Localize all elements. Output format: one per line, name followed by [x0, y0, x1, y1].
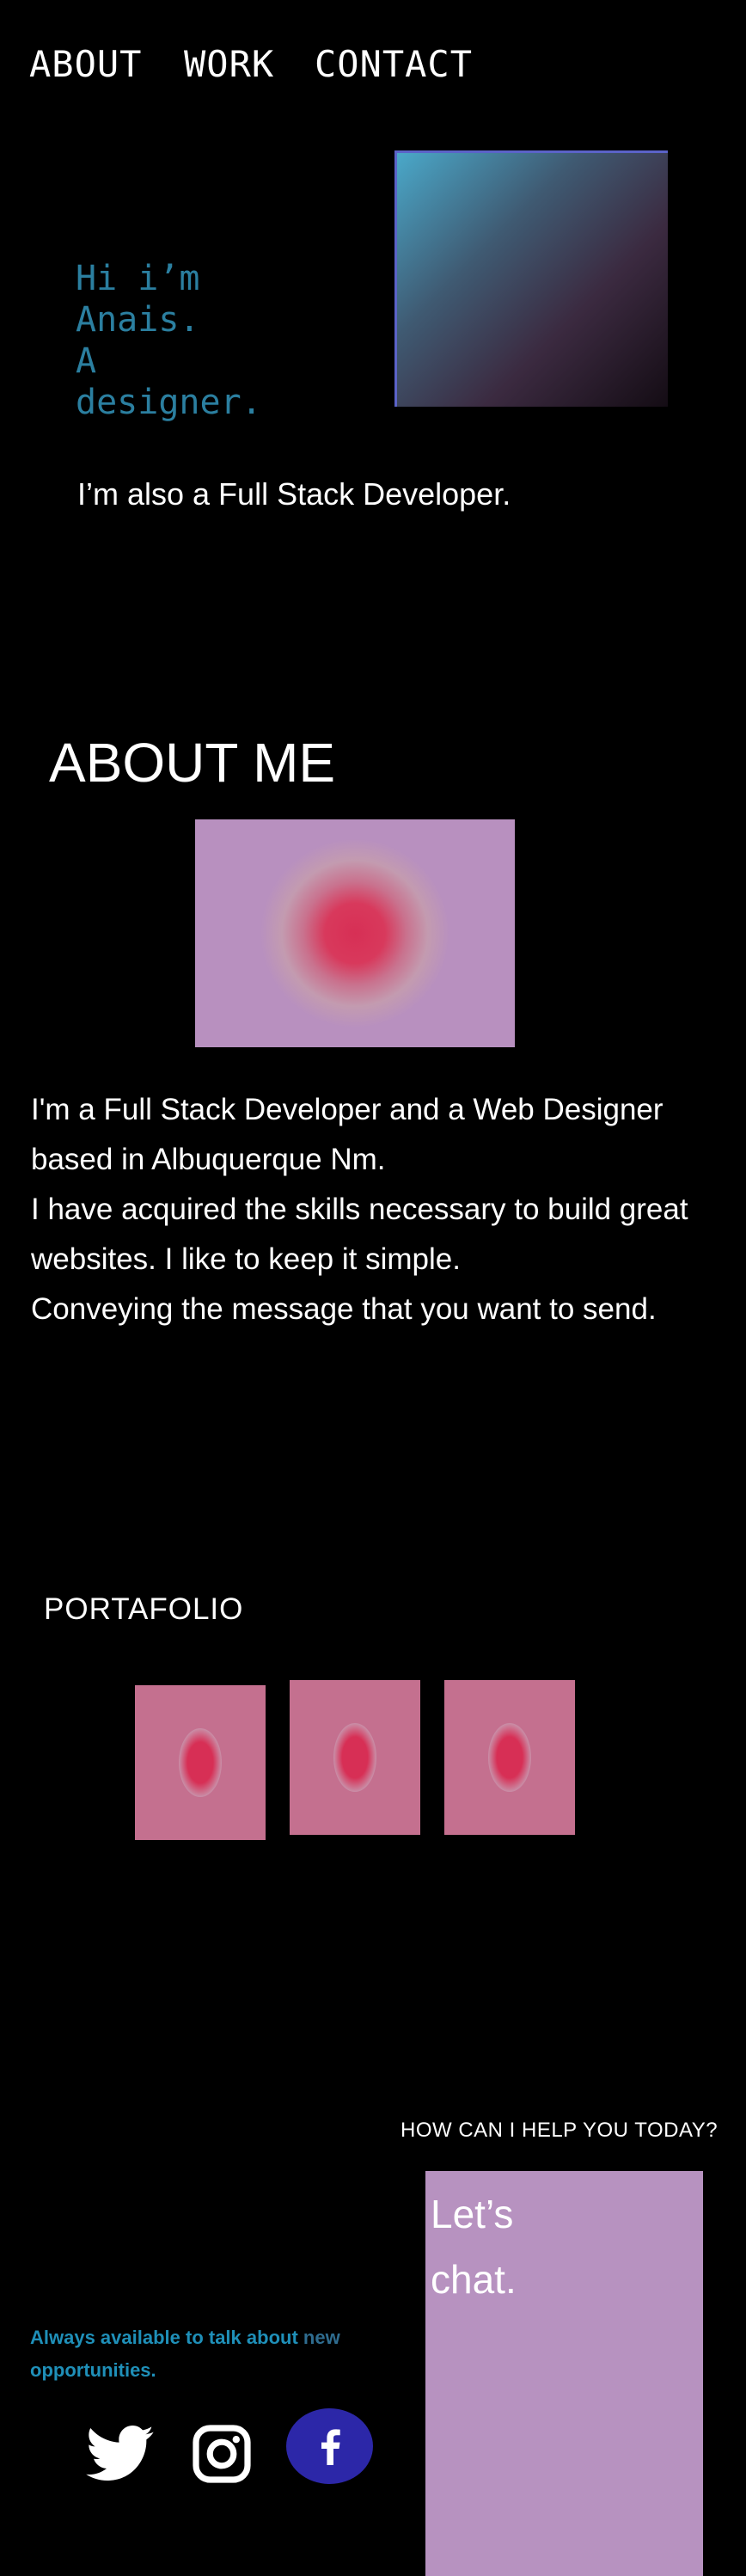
- availability-tail: opportunities.: [30, 2359, 156, 2381]
- chat-label-line: Let’s: [431, 2192, 514, 2236]
- hero-greeting-line: A: [76, 341, 97, 381]
- hero-greeting-line: designer.: [76, 383, 262, 422]
- nav-contact-link[interactable]: CONTACT: [315, 43, 473, 85]
- portfolio-item[interactable]: [444, 1680, 575, 1835]
- about-heading: ABOUT ME: [49, 732, 336, 794]
- about-paragraph: I have acquired the skills necessary to …: [31, 1193, 688, 1276]
- portfolio-item[interactable]: [135, 1685, 266, 1840]
- about-image: [195, 819, 515, 1047]
- portfolio-item[interactable]: [290, 1680, 420, 1835]
- hero-gradient-image: [394, 150, 668, 407]
- about-text: I'm a Full Stack Developer and a Web Des…: [31, 1085, 746, 1334]
- about-paragraph: Conveying the message that you want to s…: [31, 1292, 657, 1326]
- availability-main: Always available to talk about: [30, 2327, 298, 2348]
- hero-greeting: Hi i’m Anais. A designer.: [76, 258, 333, 423]
- chat-label-line: chat.: [431, 2257, 517, 2302]
- contact-heading: HOW CAN I HELP YOU TODAY?: [401, 2119, 718, 2142]
- about-paragraph: I'm a Full Stack Developer and a Web Des…: [31, 1093, 663, 1176]
- chat-box[interactable]: Let’s chat.: [425, 2171, 703, 2576]
- availability-muted: new: [303, 2327, 340, 2348]
- twitter-icon[interactable]: [86, 2425, 155, 2483]
- hero-subtitle: I’m also a Full Stack Developer.: [77, 476, 511, 512]
- hero-greeting-line: Hi i’m: [76, 259, 200, 298]
- instagram-icon[interactable]: [191, 2423, 253, 2485]
- chat-label: Let’s chat.: [431, 2181, 602, 2312]
- hero-greeting-line: Anais.: [76, 300, 200, 340]
- nav-about-link[interactable]: ABOUT: [29, 43, 142, 85]
- facebook-icon[interactable]: [286, 2408, 373, 2484]
- nav-work-link[interactable]: WORK: [184, 43, 274, 85]
- availability-text: Always available to talk about new oppor…: [30, 2321, 391, 2387]
- portfolio-heading: PORTAFOLIO: [44, 1592, 244, 1626]
